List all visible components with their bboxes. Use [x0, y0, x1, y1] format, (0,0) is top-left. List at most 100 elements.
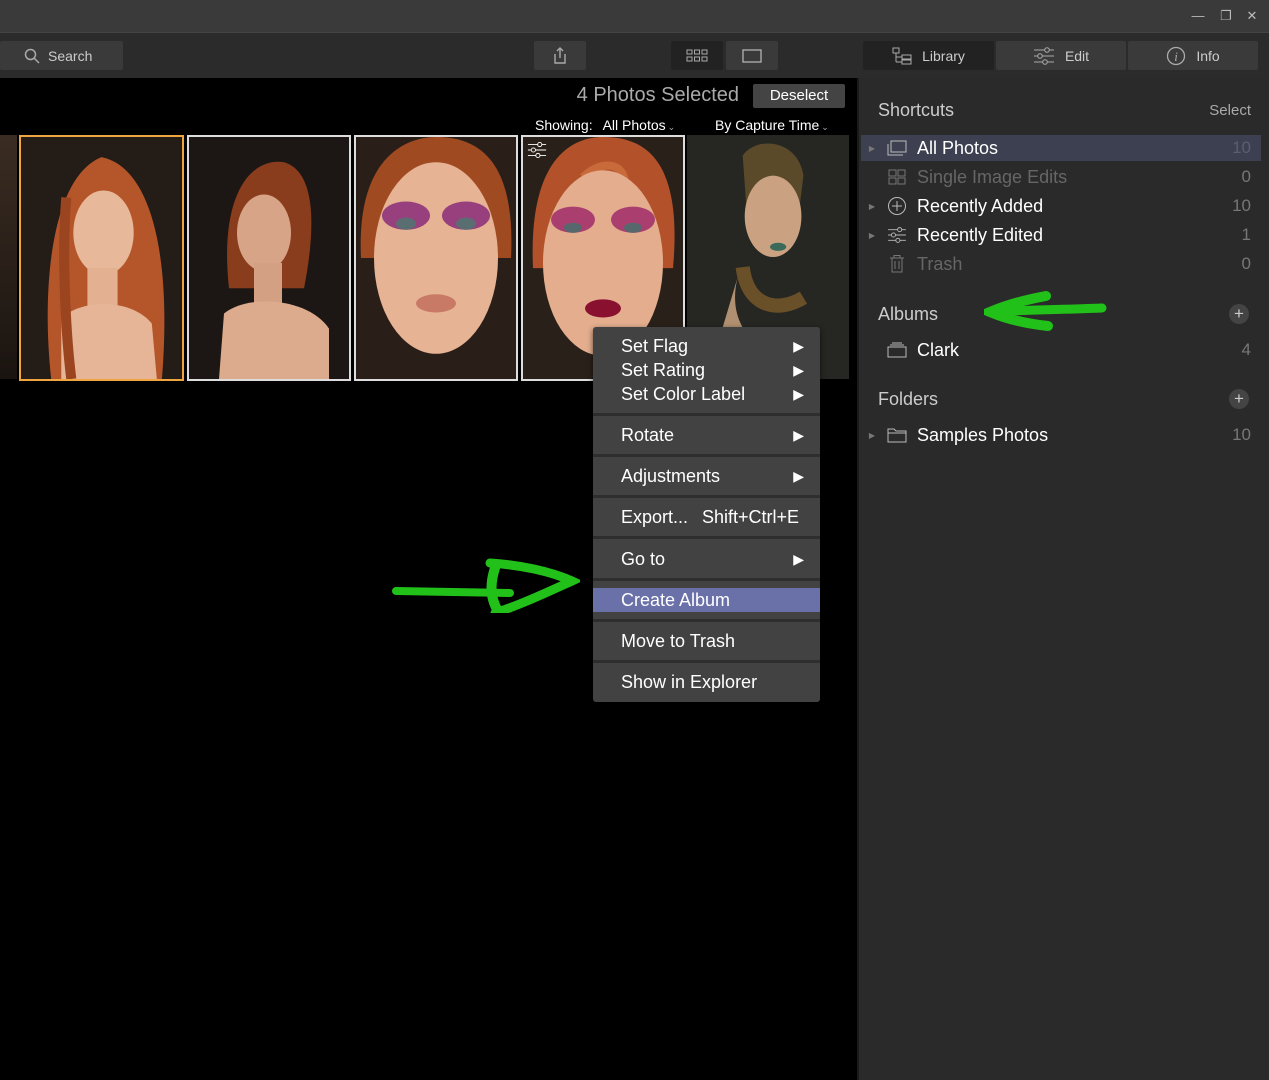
- share-button[interactable]: [534, 41, 586, 70]
- menu-item-set-flag[interactable]: Set Flag ▶: [593, 334, 820, 358]
- toolbar: Search Library Edit i Info: [0, 32, 1269, 79]
- expand-arrow-icon[interactable]: ▶: [861, 231, 883, 240]
- annotation-arrow-right-icon: [392, 558, 580, 613]
- grid-view-button[interactable]: [671, 41, 723, 70]
- item-count: 1: [1241, 225, 1251, 244]
- sidebar-item-trash[interactable]: Trash 0: [861, 251, 1261, 277]
- submenu-arrow-icon: ▶: [793, 426, 804, 443]
- search-icon: [24, 48, 40, 64]
- expand-arrow-icon[interactable]: ▶: [861, 144, 883, 153]
- menu-item-label: Set Rating: [621, 359, 706, 380]
- sidebar-item-label: Trash: [917, 253, 963, 274]
- item-count: 0: [1241, 167, 1251, 186]
- photo-thumbnail-partial[interactable]: [0, 135, 17, 379]
- minimize-button[interactable]: —: [1188, 6, 1208, 26]
- menu-item-set-color-label[interactable]: Set Color Label ▶: [593, 382, 820, 406]
- single-image-icon: [742, 48, 762, 63]
- plus-circle-icon: [888, 197, 906, 215]
- sliders-icon: [1033, 46, 1054, 65]
- submenu-arrow-icon: ▶: [793, 385, 804, 402]
- svg-text:i: i: [1175, 49, 1179, 64]
- edited-badge-icon: [527, 142, 547, 158]
- annotation-arrow-left-icon: [984, 291, 1107, 331]
- submenu-arrow-icon: ▶: [793, 467, 804, 484]
- menu-item-label: Show in Explorer: [621, 671, 758, 692]
- search-button[interactable]: Search: [0, 41, 123, 70]
- tab-info[interactable]: i Info: [1128, 41, 1258, 70]
- expand-arrow-icon[interactable]: ▶: [861, 202, 883, 211]
- item-count: 4: [1241, 340, 1251, 359]
- tab-library[interactable]: Library: [863, 41, 994, 70]
- menu-item-create-album[interactable]: Create Album: [593, 588, 820, 612]
- close-button[interactable]: ✕: [1242, 6, 1262, 26]
- menu-separator: [593, 413, 820, 416]
- portrait-photo: [356, 137, 516, 379]
- photo-thumbnail-2[interactable]: [187, 135, 351, 381]
- sidebar-item-all-photos[interactable]: ▶ All Photos 10: [861, 135, 1261, 161]
- menu-item-go-to[interactable]: Go to ▶: [593, 547, 820, 571]
- trash-icon: [890, 255, 904, 273]
- menu-item-label: Set Color Label: [621, 383, 746, 404]
- menu-item-move-to-trash[interactable]: Move to Trash: [593, 629, 820, 653]
- folder-icon: [887, 428, 907, 443]
- menu-item-export[interactable]: Export... Shift+Ctrl+E: [593, 505, 820, 529]
- photo-thumbnail-3[interactable]: [354, 135, 518, 381]
- menu-separator: [593, 454, 820, 457]
- grid-icon: [686, 49, 708, 61]
- menu-item-set-rating[interactable]: Set Rating ▶: [593, 358, 820, 382]
- submenu-arrow-icon: ▶: [793, 361, 804, 378]
- sidebar-item-recently-edited[interactable]: ▶ Recently Edited 1: [861, 222, 1261, 248]
- selection-count: 4 Photos Selected: [576, 84, 739, 106]
- tab-info-label: Info: [1196, 47, 1220, 64]
- sidebar-item-label: Recently Edited: [917, 224, 1044, 245]
- submenu-arrow-icon: ▶: [793, 550, 804, 567]
- portrait-photo: [189, 137, 349, 379]
- menu-separator: [593, 495, 820, 498]
- sliders-icon: [888, 227, 906, 243]
- library-sidebar: Shortcuts Select ▶ All Photos 10 Single …: [857, 78, 1269, 1080]
- item-count: 10: [1232, 425, 1251, 444]
- add-album-button[interactable]: +: [1229, 304, 1249, 324]
- tab-edit-label: Edit: [1064, 47, 1090, 64]
- sort-dropdown[interactable]: By Capture Time ⌄: [715, 117, 829, 133]
- showing-value: All Photos: [602, 117, 666, 133]
- sort-value: By Capture Time: [715, 117, 820, 133]
- expand-arrow-icon[interactable]: ▶: [861, 431, 883, 440]
- grid-4-icon: [888, 169, 906, 185]
- folders-heading: Folders: [878, 389, 939, 409]
- single-view-button[interactable]: [726, 41, 778, 70]
- menu-separator: [593, 578, 820, 581]
- menu-item-label: Create Album: [621, 589, 731, 610]
- sidebar-item-folder-samples-photos[interactable]: ▶ Samples Photos 10: [861, 422, 1261, 448]
- add-folder-button[interactable]: +: [1229, 389, 1249, 409]
- tab-edit[interactable]: Edit: [996, 41, 1126, 70]
- sidebar-item-single-image-edits[interactable]: Single Image Edits 0: [861, 164, 1261, 190]
- title-bar: — ❐ ✕: [0, 0, 1269, 32]
- sidebar-item-label: Recently Added: [917, 195, 1044, 216]
- restore-button[interactable]: ❐: [1216, 6, 1236, 26]
- menu-separator: [593, 619, 820, 622]
- share-icon: [554, 46, 566, 64]
- showing-filter[interactable]: Showing: All Photos ⌄: [535, 117, 675, 133]
- deselect-button[interactable]: Deselect: [753, 84, 845, 108]
- album-icon: [887, 342, 907, 358]
- portrait-photo: [21, 137, 182, 379]
- select-link[interactable]: Select: [1209, 102, 1251, 119]
- menu-item-label: Set Flag: [621, 335, 689, 356]
- sidebar-item-label: All Photos: [917, 137, 999, 158]
- menu-item-rotate[interactable]: Rotate ▶: [593, 423, 820, 447]
- photo-thumbnail-1[interactable]: [19, 135, 184, 381]
- item-count: 10: [1232, 138, 1251, 157]
- menu-item-adjustments[interactable]: Adjustments ▶: [593, 464, 820, 488]
- photos-stack-icon: [887, 140, 907, 156]
- sidebar-item-recently-added[interactable]: ▶ Recently Added 10: [861, 193, 1261, 219]
- menu-separator: [593, 536, 820, 539]
- sidebar-item-album-clark[interactable]: Clark 4: [861, 337, 1261, 363]
- albums-heading: Albums: [878, 304, 939, 324]
- menu-item-show-in-explorer[interactable]: Show in Explorer: [593, 670, 820, 694]
- sidebar-item-label: Samples Photos: [917, 424, 1049, 445]
- sidebar-item-label: Clark: [917, 339, 960, 360]
- menu-item-label: Move to Trash: [621, 630, 736, 651]
- info-icon: i: [1167, 46, 1186, 65]
- context-menu: Set Flag ▶ Set Rating ▶ Set Color Label …: [593, 327, 820, 702]
